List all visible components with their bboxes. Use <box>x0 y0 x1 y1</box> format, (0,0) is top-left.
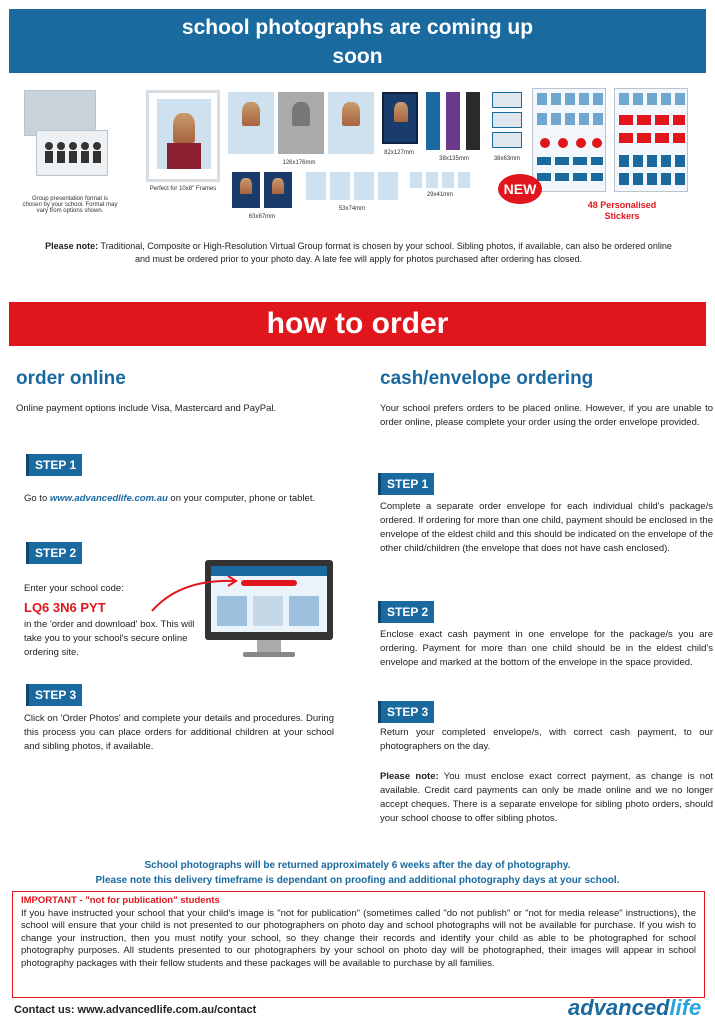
portrait-29x41-2 <box>426 172 438 188</box>
tag-3 <box>492 132 522 148</box>
cash-step2-text: Enclose exact cash payment in one envelo… <box>380 629 713 668</box>
advancedlife-logo: advancedlife <box>568 995 701 1020</box>
online-step3-text: Click on 'Order Photos' and complete you… <box>24 713 334 752</box>
size-label-63x87: 63x87mm <box>248 214 276 220</box>
header-title-line1: school photographs are coming up <box>181 16 534 39</box>
group-caption: Group presentation format is chosen by y… <box>22 196 118 214</box>
online-step1-pre: Go to <box>24 493 50 504</box>
logo-part1: advanced <box>568 995 670 1020</box>
important-heading: IMPORTANT - "not for publication" studen… <box>21 895 220 906</box>
header-banner: school photographs are coming up soon <box>9 9 706 73</box>
header-title-line2: soon <box>332 45 383 68</box>
return-note-line1: School photographs will be returned appr… <box>144 860 571 871</box>
cash-ordering-heading: cash/envelope ordering <box>380 368 594 389</box>
product-collage: Group presentation format is chosen by y… <box>20 86 695 234</box>
cash-step1-text: Complete a separate order envelope for e… <box>380 501 713 554</box>
sticker-sheet-1 <box>532 88 606 192</box>
cash-note-lead: Please note: <box>380 771 439 782</box>
portrait-53x74-2 <box>330 172 350 200</box>
logo-part2: life <box>669 995 702 1020</box>
cash-step3-badge: STEP 3 <box>378 701 435 723</box>
return-note-line2: Please note this delivery timeframe is d… <box>95 875 620 886</box>
school-code: LQ6 3N6 PYT <box>24 600 106 615</box>
portrait-29x41-4 <box>458 172 470 188</box>
sticker-grid-icon <box>537 93 603 181</box>
online-step2-text: in the 'order and download' box. This wi… <box>24 619 195 658</box>
portrait-color-1 <box>228 92 274 154</box>
tag-1 <box>492 92 522 108</box>
portrait-63x87-2 <box>264 172 292 208</box>
cash-intro: Your school prefers orders to be placed … <box>380 403 713 428</box>
size-label-53x74: 53x74mm <box>338 206 366 212</box>
bookmark-1 <box>426 92 440 150</box>
important-notice-box: IMPORTANT - "not for publication" studen… <box>12 891 705 998</box>
portrait-29x41-1 <box>410 172 422 188</box>
group-photo-image-2 <box>36 130 108 176</box>
format-note: Please note: Traditional, Composite or H… <box>42 240 675 266</box>
portrait-82x127 <box>382 92 418 144</box>
online-step2-badge: STEP 2 <box>26 542 83 564</box>
sticker-grid-icon <box>619 93 685 185</box>
portrait-53x74-3 <box>354 172 374 200</box>
online-intro: Online payment options include Visa, Mas… <box>16 403 277 414</box>
online-step3-badge: STEP 3 <box>26 684 83 706</box>
bookmark-3 <box>466 92 480 150</box>
online-step1-badge: STEP 1 <box>26 454 83 476</box>
portrait-bw <box>278 92 324 154</box>
bookmark-2 <box>446 92 460 150</box>
size-label-38x63: 38x63mm <box>493 156 521 162</box>
format-note-text: Traditional, Composite or High-Resolutio… <box>98 241 672 264</box>
cash-note: Please note: You must enclose exact corr… <box>380 770 713 826</box>
online-step1-text: Go to www.advancedlife.com.au on your co… <box>24 492 334 506</box>
size-label-126x176: 126x176mm <box>282 160 316 166</box>
portrait-53x74-1 <box>306 172 326 200</box>
stickers-caption-line2: Stickers <box>604 211 640 221</box>
cash-step3-text: Return your completed envelope/s, with c… <box>380 727 713 752</box>
stickers-caption-line1: 48 Personalised <box>587 200 657 210</box>
new-badge: NEW <box>498 174 542 204</box>
important-text: If you have instructed your school that … <box>21 907 696 969</box>
size-label-29x41: 29x41mm <box>426 192 454 198</box>
cash-step1-badge: STEP 1 <box>378 473 435 495</box>
cash-step2-badge: STEP 2 <box>378 601 435 623</box>
size-label-38x135: 38x135mm <box>439 156 469 162</box>
contact-link[interactable]: Contact us: www.advancedlife.com.au/cont… <box>14 1004 256 1016</box>
portrait-53x74-4 <box>378 172 398 200</box>
portrait-63x87-1 <box>232 172 260 208</box>
tag-2 <box>492 112 522 128</box>
portrait-29x41-3 <box>442 172 454 188</box>
stickers-caption: 48 Personalised Stickers <box>560 200 684 222</box>
how-to-order-banner: how to order <box>9 302 706 346</box>
advancedlife-link[interactable]: www.advancedlife.com.au <box>50 493 168 504</box>
format-note-lead: Please note: <box>45 241 99 251</box>
order-online-heading: order online <box>16 368 126 389</box>
online-step1-post: on your computer, phone or tablet. <box>167 493 316 504</box>
portrait-color-2 <box>328 92 374 154</box>
frame-caption: Perfect for 10x8" Frames <box>149 186 217 192</box>
framed-portrait <box>146 90 220 182</box>
arrow-icon <box>151 575 238 612</box>
group-silhouettes-icon <box>45 142 101 163</box>
size-label-82x127: 82x127mm <box>384 150 414 156</box>
sticker-sheet-2 <box>614 88 688 192</box>
return-timeframe-note: School photographs will be returned appr… <box>20 858 695 888</box>
